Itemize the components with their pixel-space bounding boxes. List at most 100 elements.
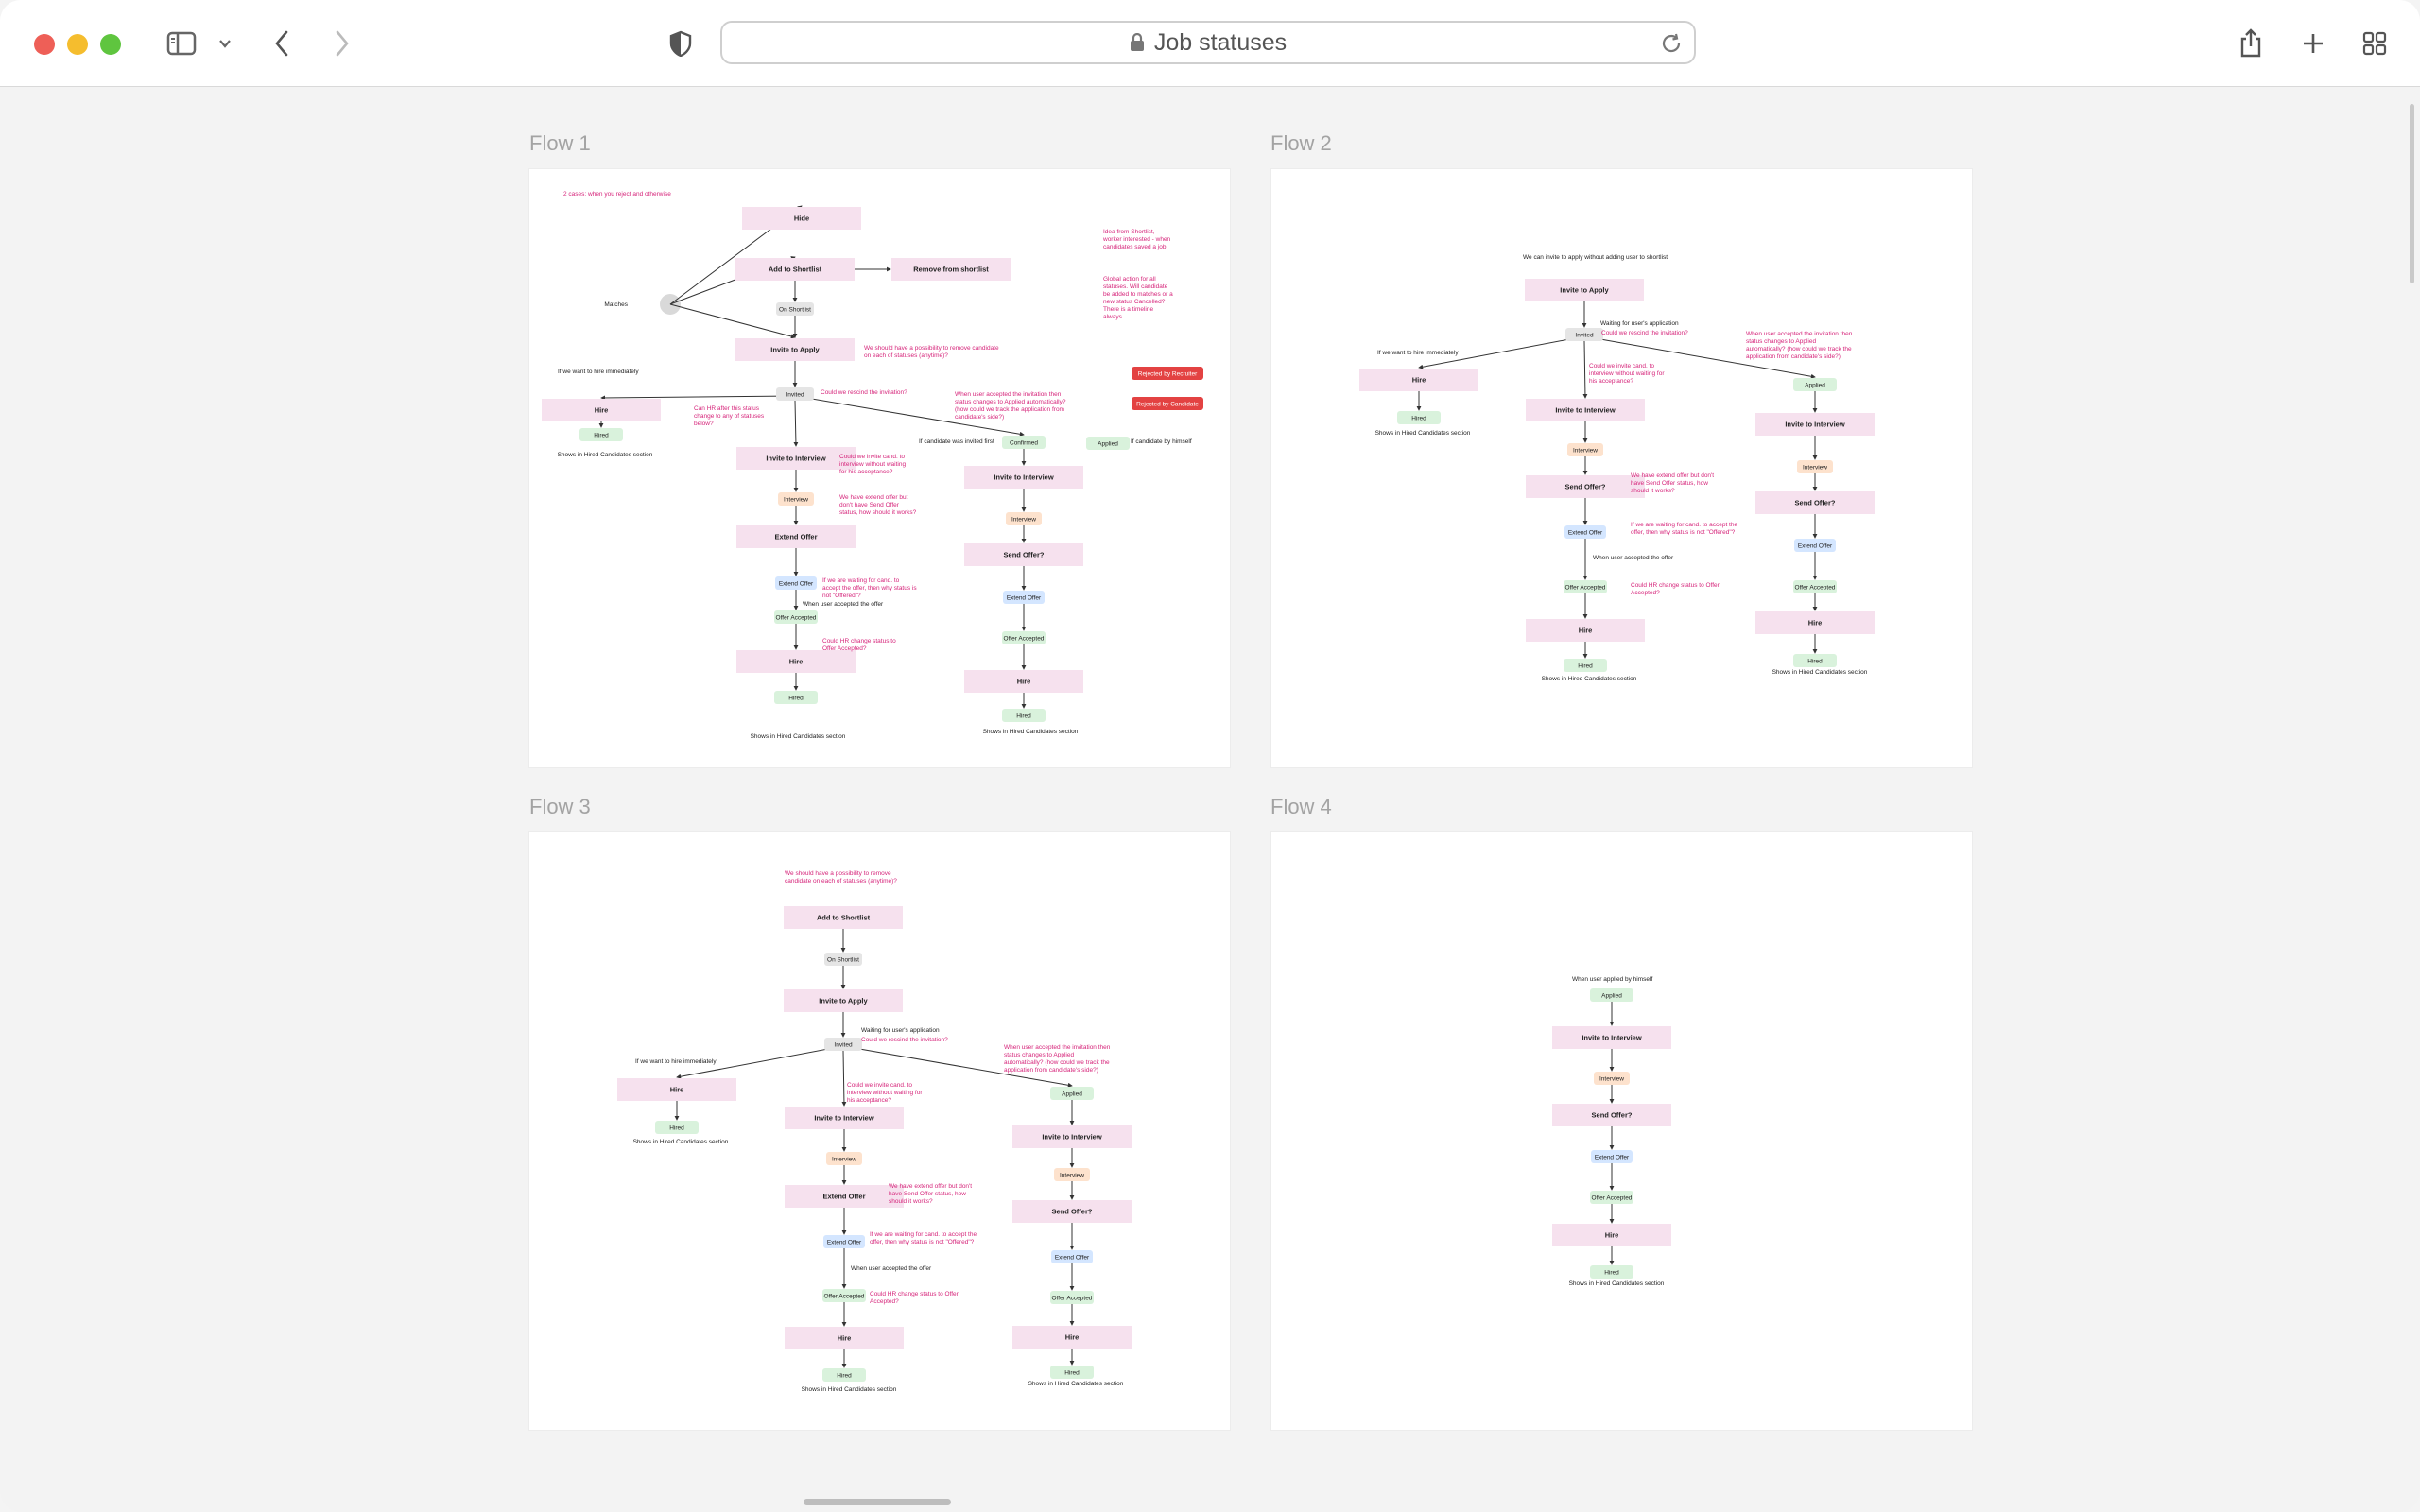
flow-diagram: Applied Invite to Interview Interview Send … bbox=[1552, 976, 1671, 1287]
forward-button[interactable] bbox=[331, 25, 354, 62]
status-node: Hire bbox=[785, 1327, 904, 1349]
page-title: Job statuses bbox=[1153, 28, 1288, 56]
status-node: Hire bbox=[1526, 619, 1645, 642]
reload-icon[interactable] bbox=[1660, 32, 1683, 55]
comment-note: Could we rescind the invitation? bbox=[861, 1037, 948, 1043]
comment-note: We have extend offer but don't have Send … bbox=[889, 1183, 972, 1205]
comment-note: We should have a possibility to remove c… bbox=[864, 345, 999, 359]
flow-frame[interactable]: Invite to Apply Invited Hire Hired Invite to… bbox=[1271, 169, 1972, 767]
status-node-label: Interview bbox=[1011, 517, 1036, 524]
comment-note: When user accepted the invitation then st… bbox=[955, 391, 1066, 421]
sidebar-toggle-button[interactable] bbox=[163, 25, 200, 62]
status-node: Hire bbox=[1012, 1326, 1132, 1349]
status-node-label: Applied bbox=[1601, 993, 1622, 1000]
back-icon bbox=[275, 30, 288, 57]
status-node-label: Add to Shortlist bbox=[817, 914, 871, 922]
comment-note: Could we invite cand. to interview withou… bbox=[1589, 363, 1665, 385]
status-node-label: Hired bbox=[1807, 659, 1823, 665]
comment-note: Could we rescind the invitation? bbox=[821, 389, 908, 396]
status-node-label: Send Offer? bbox=[1052, 1208, 1093, 1216]
tab-overview-button[interactable] bbox=[2360, 25, 2389, 62]
status-node: Applied bbox=[1590, 988, 1634, 1002]
status-node-label: Hire bbox=[1065, 1333, 1080, 1342]
status-node: Extend Offer bbox=[823, 1235, 865, 1248]
flow-label-text: Shows in Hired Candidates section bbox=[751, 733, 846, 740]
status-node: Invite to Interview bbox=[1755, 413, 1875, 436]
status-node-label: Remove from shortlist bbox=[913, 266, 989, 274]
share-icon bbox=[2240, 28, 2261, 58]
status-node: Hire bbox=[1359, 369, 1478, 391]
status-node-label: Invite to Interview bbox=[1555, 406, 1616, 415]
flow-label-text: We can invite to apply without adding us… bbox=[1523, 254, 1668, 261]
vertical-scrollbar[interactable] bbox=[2410, 104, 2414, 284]
comment-note: If we are waiting for cand. to accept the… bbox=[822, 577, 917, 599]
privacy-report-button[interactable] bbox=[667, 25, 694, 62]
flow-title: Flow 3 bbox=[529, 795, 591, 818]
flow-label-text: Shows in Hired Candidates section bbox=[1542, 676, 1637, 682]
status-node: Applied bbox=[1050, 1087, 1094, 1100]
minimize-window-button[interactable] bbox=[67, 34, 88, 55]
flow-label-text: Waiting for user's application bbox=[1600, 320, 1679, 327]
status-node: Invite to Interview bbox=[964, 466, 1083, 489]
status-node: Invited bbox=[824, 1038, 862, 1051]
flow-title: Flow 2 bbox=[1270, 131, 1332, 155]
comment-note: We should have a possibility to remove ca… bbox=[785, 870, 897, 885]
status-node-label: Interview bbox=[784, 497, 808, 504]
new-tab-button[interactable] bbox=[2299, 25, 2327, 62]
comment-note: Could HR change status to Offer Accepted? bbox=[822, 638, 896, 652]
status-node-label: Invite to Interview bbox=[1042, 1133, 1102, 1142]
flow-label-text: Shows in Hired Candidates section bbox=[1028, 1381, 1124, 1387]
status-node: Hired bbox=[1793, 654, 1837, 667]
flow-label-text: Waiting for user's application bbox=[861, 1027, 940, 1034]
status-node-label: Interview bbox=[1803, 465, 1827, 472]
flow-title: Flow 1 bbox=[529, 131, 591, 155]
status-node-label: Hire bbox=[1017, 678, 1031, 686]
status-node: Offer Accepted bbox=[1002, 631, 1046, 644]
status-node-label: Offer Accepted bbox=[1052, 1296, 1093, 1302]
zoom-window-button[interactable] bbox=[100, 34, 121, 55]
comment-note: If we are waiting for cand. to accept th… bbox=[1631, 522, 1737, 536]
comment-note: We have extend offer but don't have Send … bbox=[839, 494, 917, 516]
status-node: Offer Accepted bbox=[1793, 580, 1837, 593]
status-node-label: Interview bbox=[832, 1157, 856, 1163]
status-node-label: Hire bbox=[1579, 627, 1593, 635]
close-window-button[interactable] bbox=[34, 34, 55, 55]
status-node: On Shortlist bbox=[824, 953, 862, 966]
address-bar[interactable]: Job statuses bbox=[720, 21, 1696, 64]
status-node-label: Hired bbox=[1064, 1370, 1080, 1377]
flow-frame[interactable]: Applied Invite to Interview Interview Send … bbox=[1271, 832, 1972, 1430]
status-node: Invite to Interview bbox=[785, 1107, 904, 1129]
flow-frame[interactable]: Add to Shortlist On Shortlist Invite to Ap… bbox=[529, 832, 1230, 1430]
back-button[interactable] bbox=[270, 25, 293, 62]
status-node: Interview bbox=[1567, 443, 1603, 456]
flow-label-text: Shows in Hired Candidates section bbox=[983, 729, 1079, 735]
status-node-label: Extend Offer bbox=[1595, 1155, 1630, 1161]
status-node: Extend Offer bbox=[775, 576, 817, 590]
status-node-label: Invited bbox=[786, 392, 804, 399]
flow-label-text: When user applied by himself bbox=[1572, 976, 1652, 983]
flow-label-text: Shows in Hired Candidates section bbox=[1375, 430, 1471, 437]
share-button[interactable] bbox=[2237, 25, 2265, 62]
flow-frame[interactable]: Hide Add to Shortlist Remove from shortlis… bbox=[529, 169, 1230, 767]
status-node: Hired bbox=[1564, 659, 1607, 672]
flow-label-text: Shows in Hired Candidates section bbox=[558, 452, 653, 458]
status-node: Invite to Apply bbox=[735, 338, 855, 361]
status-node-label: Invite to Interview bbox=[1582, 1034, 1642, 1042]
status-node-label: Rejected by Candidate bbox=[1136, 402, 1199, 408]
status-node-label: Extend Offer bbox=[827, 1240, 862, 1246]
status-node-label: Hired bbox=[837, 1373, 852, 1380]
comment-note: Could HR change status to Offer Accepted? bbox=[1631, 582, 1720, 596]
status-node: Hired bbox=[655, 1121, 699, 1134]
status-node-label: Hire bbox=[595, 406, 609, 415]
status-node-label: On Shortlist bbox=[779, 307, 811, 314]
flow-diagram: Invite to Apply Invited Hire Hired Invite to… bbox=[1359, 254, 1875, 682]
page-canvas[interactable]: Flow 1 Hide Add to Shortlist Remove from s… bbox=[0, 87, 2420, 1512]
status-node-label: Rejected by Recruiter bbox=[1138, 371, 1198, 378]
comment-note: Can HR after this status change to any of… bbox=[694, 405, 765, 427]
status-node-label: Offer Accepted bbox=[1565, 585, 1606, 592]
sidebar-menu-button[interactable] bbox=[216, 25, 234, 62]
horizontal-scrollbar[interactable] bbox=[804, 1499, 951, 1505]
status-node-label: Offer Accepted bbox=[1795, 585, 1836, 592]
status-node: Extend Offer bbox=[1591, 1150, 1633, 1163]
status-node: Invite to Apply bbox=[784, 989, 903, 1012]
